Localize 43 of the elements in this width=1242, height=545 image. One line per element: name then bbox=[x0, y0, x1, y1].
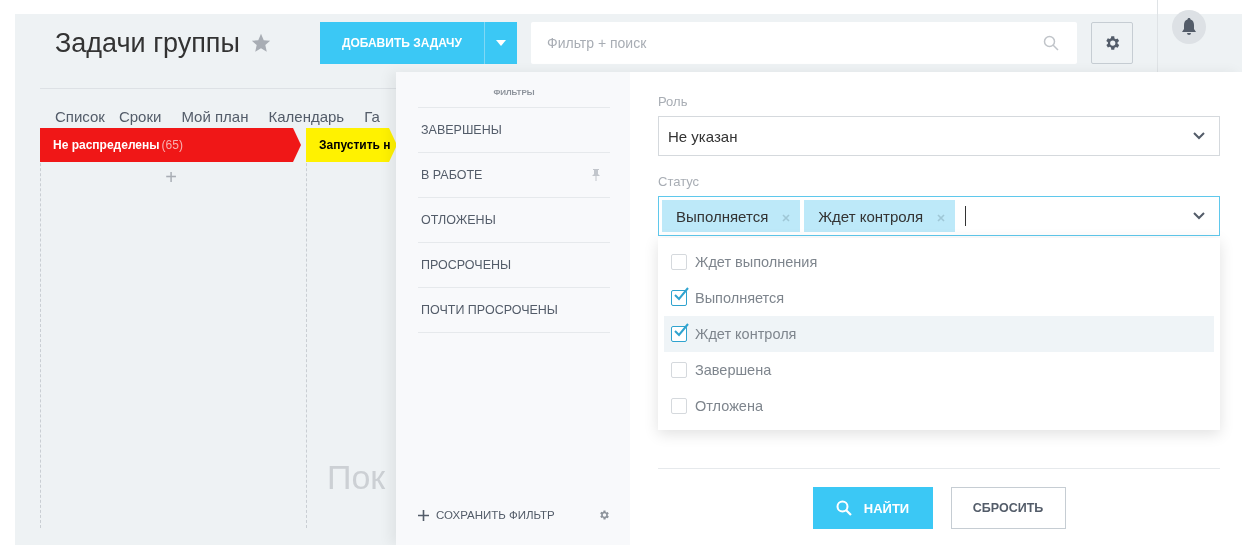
status-tag: Ждет контроля bbox=[804, 200, 956, 232]
search-field[interactable]: Фильтр + поиск bbox=[531, 22, 1077, 64]
page-title: Задачи группы bbox=[55, 27, 240, 59]
search-icon bbox=[835, 500, 852, 516]
filter-preset[interactable]: ПОЧТИ ПРОСРОЧЕНЫ bbox=[418, 287, 610, 333]
bell-icon bbox=[1181, 18, 1197, 36]
chevron-icon bbox=[1193, 132, 1205, 140]
view-tab[interactable]: Сроки bbox=[118, 108, 162, 129]
role-select[interactable]: Не указан bbox=[658, 116, 1220, 156]
field-label: Роль bbox=[658, 94, 689, 109]
field-label: Статус bbox=[658, 174, 701, 189]
save-filter-button[interactable]: СОХРАНИТЬ ФИЛЬТР bbox=[418, 509, 555, 521]
filter-preset[interactable]: В РАБОТЕ bbox=[418, 152, 610, 197]
status-option[interactable]: Ждет контроля bbox=[664, 316, 1214, 352]
status-option[interactable]: Выполняется bbox=[664, 280, 1214, 316]
search-icon bbox=[1043, 35, 1059, 51]
view-tab[interactable]: Га bbox=[364, 108, 380, 129]
view-tab[interactable]: Список bbox=[55, 108, 105, 129]
status-option[interactable]: Ждет выполнения bbox=[664, 244, 1214, 280]
status-option[interactable]: Завершена bbox=[664, 352, 1214, 388]
reset-button[interactable]: СБРОСИТЬ bbox=[950, 487, 1066, 529]
filter-preset[interactable]: ОТЛОЖЕНЫ bbox=[418, 197, 610, 242]
caret-icon bbox=[496, 40, 506, 46]
dropdown-button[interactable] bbox=[484, 22, 517, 64]
status-tag: Выполняется bbox=[662, 200, 801, 232]
view-tab[interactable]: Мой план bbox=[181, 108, 249, 129]
plus-icon bbox=[418, 509, 429, 521]
settings-icon[interactable] bbox=[598, 509, 610, 521]
filters-heading: ФИЛЬТРЫ bbox=[493, 87, 535, 99]
chevron-icon bbox=[1193, 212, 1205, 220]
filter-preset[interactable]: ПРОСРОЧЕНЫ bbox=[418, 242, 610, 287]
column-header[interactable]: Не распределены (65) bbox=[40, 128, 301, 162]
checkbox[interactable] bbox=[671, 290, 687, 306]
text-cursor bbox=[965, 206, 967, 226]
column-header[interactable]: Запустить н bbox=[306, 128, 397, 162]
view-tab[interactable]: Календарь bbox=[268, 108, 345, 129]
status-option[interactable]: Отложена bbox=[664, 388, 1214, 424]
pin-icon[interactable] bbox=[592, 169, 600, 181]
filter-preset[interactable]: ЗАВЕРШЕНЫ bbox=[418, 107, 610, 152]
status-select[interactable]: Выполняется Ждет контроля bbox=[658, 196, 1220, 236]
checkbox[interactable] bbox=[671, 326, 687, 342]
settings-button[interactable] bbox=[1091, 22, 1133, 64]
notifications-button[interactable] bbox=[1172, 10, 1206, 44]
